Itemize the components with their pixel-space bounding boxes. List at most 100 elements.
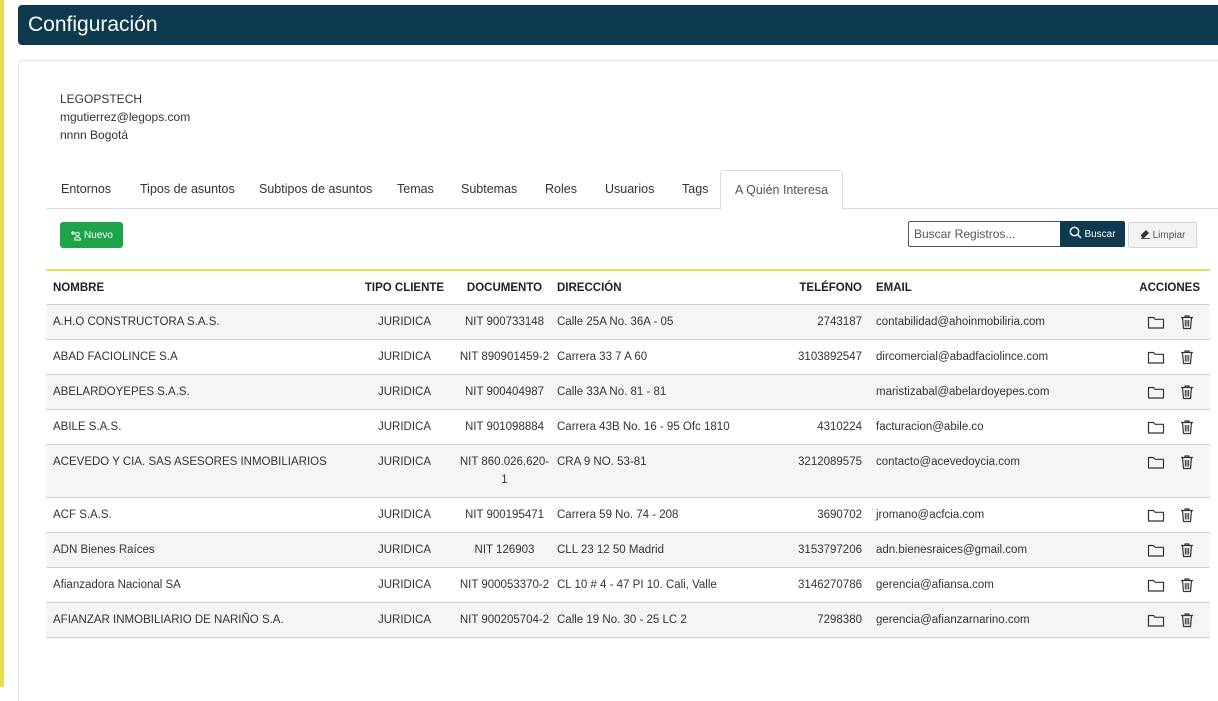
table-body: A.H.O CONSTRUCTORA S.A.S. JURIDICA NIT 9… <box>46 304 1210 638</box>
records-table: NOMBRE TIPO CLIENTE DOCUMENTO DIRECCIÓN … <box>46 269 1210 638</box>
clear-button[interactable]: Limpiar <box>1128 222 1197 248</box>
cell-documento: NIT 901098884 <box>464 421 545 433</box>
cell-nombre: A.H.O CONSTRUCTORA S.A.S. <box>53 316 220 328</box>
search-button-label: Buscar <box>1084 228 1116 240</box>
cell-telefono: 7298380 <box>817 614 862 626</box>
tab-a-quien-interesa[interactable]: A Quién Interesa <box>720 170 844 210</box>
table-row: Afianzadora Nacional SA JURIDICA NIT 900… <box>46 568 1210 603</box>
cell-acciones <box>1100 340 1210 375</box>
cell-tipo-cliente: JURIDICA <box>377 386 432 398</box>
cell-telefono: 3153797206 <box>798 544 862 556</box>
table-row: ABELARDOYEPES S.A.S. JURIDICA NIT 900404… <box>46 374 1210 410</box>
col-header-telefono[interactable]: TELÉFONO <box>753 270 869 305</box>
cell-documento: NIT 900195471 <box>464 509 545 521</box>
left-accent-border <box>0 0 4 687</box>
tab-tags[interactable]: Tags <box>682 170 708 208</box>
cell-documento: NIT 860.026.620-1 <box>459 456 550 486</box>
folder-icon[interactable] <box>1147 384 1165 400</box>
cell-email: gerencia@afiansa.com <box>876 579 994 591</box>
company-location: nnnn Bogotá <box>60 128 129 142</box>
cell-nombre: ABELARDOYEPES S.A.S. <box>53 386 190 398</box>
page-title: Configuración <box>28 13 158 36</box>
table-row: A.H.O CONSTRUCTORA S.A.S. JURIDICA NIT 9… <box>46 304 1210 340</box>
cell-telefono: 4310224 <box>817 421 862 433</box>
table-header-row: NOMBRE TIPO CLIENTE DOCUMENTO DIRECCIÓN … <box>46 270 1210 305</box>
cell-acciones <box>1100 445 1210 498</box>
cell-email: contabilidad@ahoinmobiliria.com <box>876 316 1045 328</box>
cell-telefono: 3690702 <box>817 509 862 521</box>
trash-icon[interactable] <box>1178 542 1196 558</box>
cell-email: jromano@acfcia.com <box>876 509 985 521</box>
cell-tipo-cliente: JURIDICA <box>377 509 432 521</box>
table-row: ADN Bienes Raíces JURIDICA NIT 126903 CL… <box>46 532 1210 568</box>
table-row: ACEVEDO Y CIA. SAS ASESORES INMOBILIARIO… <box>46 444 1210 498</box>
cell-email: maristizabal@abelardoyepes.com <box>876 386 1050 398</box>
trash-icon[interactable] <box>1178 314 1196 330</box>
folder-icon[interactable] <box>1147 314 1165 330</box>
cell-documento: NIT 900404987 <box>464 386 545 398</box>
cell-nombre: ABILE S.A.S. <box>53 421 122 433</box>
cell-email: dircomercial@abadfaciolince.com <box>876 351 1049 363</box>
search-input[interactable] <box>908 221 1060 247</box>
folder-icon[interactable] <box>1147 507 1165 523</box>
cell-nombre: ACF S.A.S. <box>53 509 112 521</box>
cell-email: adn.bienesraices@gmail.com <box>876 544 1028 556</box>
cell-direccion: Carrera 33 7 A 60 <box>557 351 648 363</box>
trash-icon[interactable] <box>1178 507 1196 523</box>
cell-direccion: CRA 9 NO. 53-81 <box>557 456 647 468</box>
tab-subtipos-de-asuntos[interactable]: Subtipos de asuntos <box>259 170 372 208</box>
col-header-email[interactable]: EMAIL <box>869 270 1100 305</box>
cell-tipo-cliente: JURIDICA <box>377 544 432 556</box>
trash-icon[interactable] <box>1178 454 1196 470</box>
trash-icon[interactable] <box>1178 384 1196 400</box>
add-user-icon <box>70 230 82 241</box>
tab-usuarios[interactable]: Usuarios <box>605 170 654 208</box>
trash-icon[interactable] <box>1178 349 1196 365</box>
cell-documento: NIT 890901459-2 <box>459 351 550 363</box>
cell-acciones <box>1100 375 1210 410</box>
col-header-direccion[interactable]: DIRECCIÓN <box>550 270 753 305</box>
col-header-documento[interactable]: DOCUMENTO <box>452 270 550 305</box>
tab-roles[interactable]: Roles <box>545 170 577 208</box>
cell-acciones <box>1100 305 1210 340</box>
config-tabs: Entornos Tipos de asuntos Subtipos de as… <box>46 170 1218 210</box>
cell-direccion: Calle 19 No. 30 - 25 LC 2 <box>557 614 687 626</box>
trash-icon[interactable] <box>1178 419 1196 435</box>
cell-acciones <box>1100 533 1210 568</box>
cell-acciones <box>1100 603 1210 638</box>
tab-subtemas[interactable]: Subtemas <box>461 170 517 208</box>
folder-icon[interactable] <box>1147 419 1165 435</box>
records-table-wrap: NOMBRE TIPO CLIENTE DOCUMENTO DIRECCIÓN … <box>46 269 1218 638</box>
new-button[interactable]: Nuevo <box>60 222 123 248</box>
cell-tipo-cliente: JURIDICA <box>377 351 432 363</box>
cell-tipo-cliente: JURIDICA <box>377 579 432 591</box>
folder-icon[interactable] <box>1147 577 1165 593</box>
tab-tipos-de-asuntos[interactable]: Tipos de asuntos <box>140 170 235 208</box>
trash-icon[interactable] <box>1178 577 1196 593</box>
cell-nombre: Afianzadora Nacional SA <box>53 579 181 591</box>
trash-icon[interactable] <box>1178 612 1196 628</box>
folder-icon[interactable] <box>1147 454 1165 470</box>
tab-temas[interactable]: Temas <box>397 170 434 208</box>
cell-documento: NIT 900053370-2 <box>459 579 550 591</box>
search-icon <box>1069 226 1082 242</box>
cell-acciones <box>1100 410 1210 445</box>
clear-button-label: Limpiar <box>1152 229 1186 241</box>
cell-documento: NIT 126903 <box>474 544 535 556</box>
folder-icon[interactable] <box>1147 349 1165 365</box>
page-header: Configuración <box>18 5 1218 45</box>
cell-direccion: Carrera 59 No. 74 - 208 <box>557 509 679 521</box>
cell-acciones <box>1100 568 1210 603</box>
col-header-tipo-cliente[interactable]: TIPO CLIENTE <box>350 270 452 305</box>
folder-icon[interactable] <box>1147 612 1165 628</box>
cell-telefono: 3212089575 <box>798 456 862 468</box>
cell-telefono: 3103892547 <box>798 351 862 363</box>
col-header-nombre[interactable]: NOMBRE <box>46 270 350 305</box>
cell-tipo-cliente: JURIDICA <box>377 316 432 328</box>
new-button-label: Nuevo <box>84 229 113 241</box>
cell-telefono <box>753 375 869 410</box>
folder-icon[interactable] <box>1147 542 1165 558</box>
tab-entornos[interactable]: Entornos <box>61 170 111 208</box>
cell-email: facturacion@abile.co <box>876 421 984 433</box>
search-button[interactable]: Buscar <box>1060 221 1125 247</box>
